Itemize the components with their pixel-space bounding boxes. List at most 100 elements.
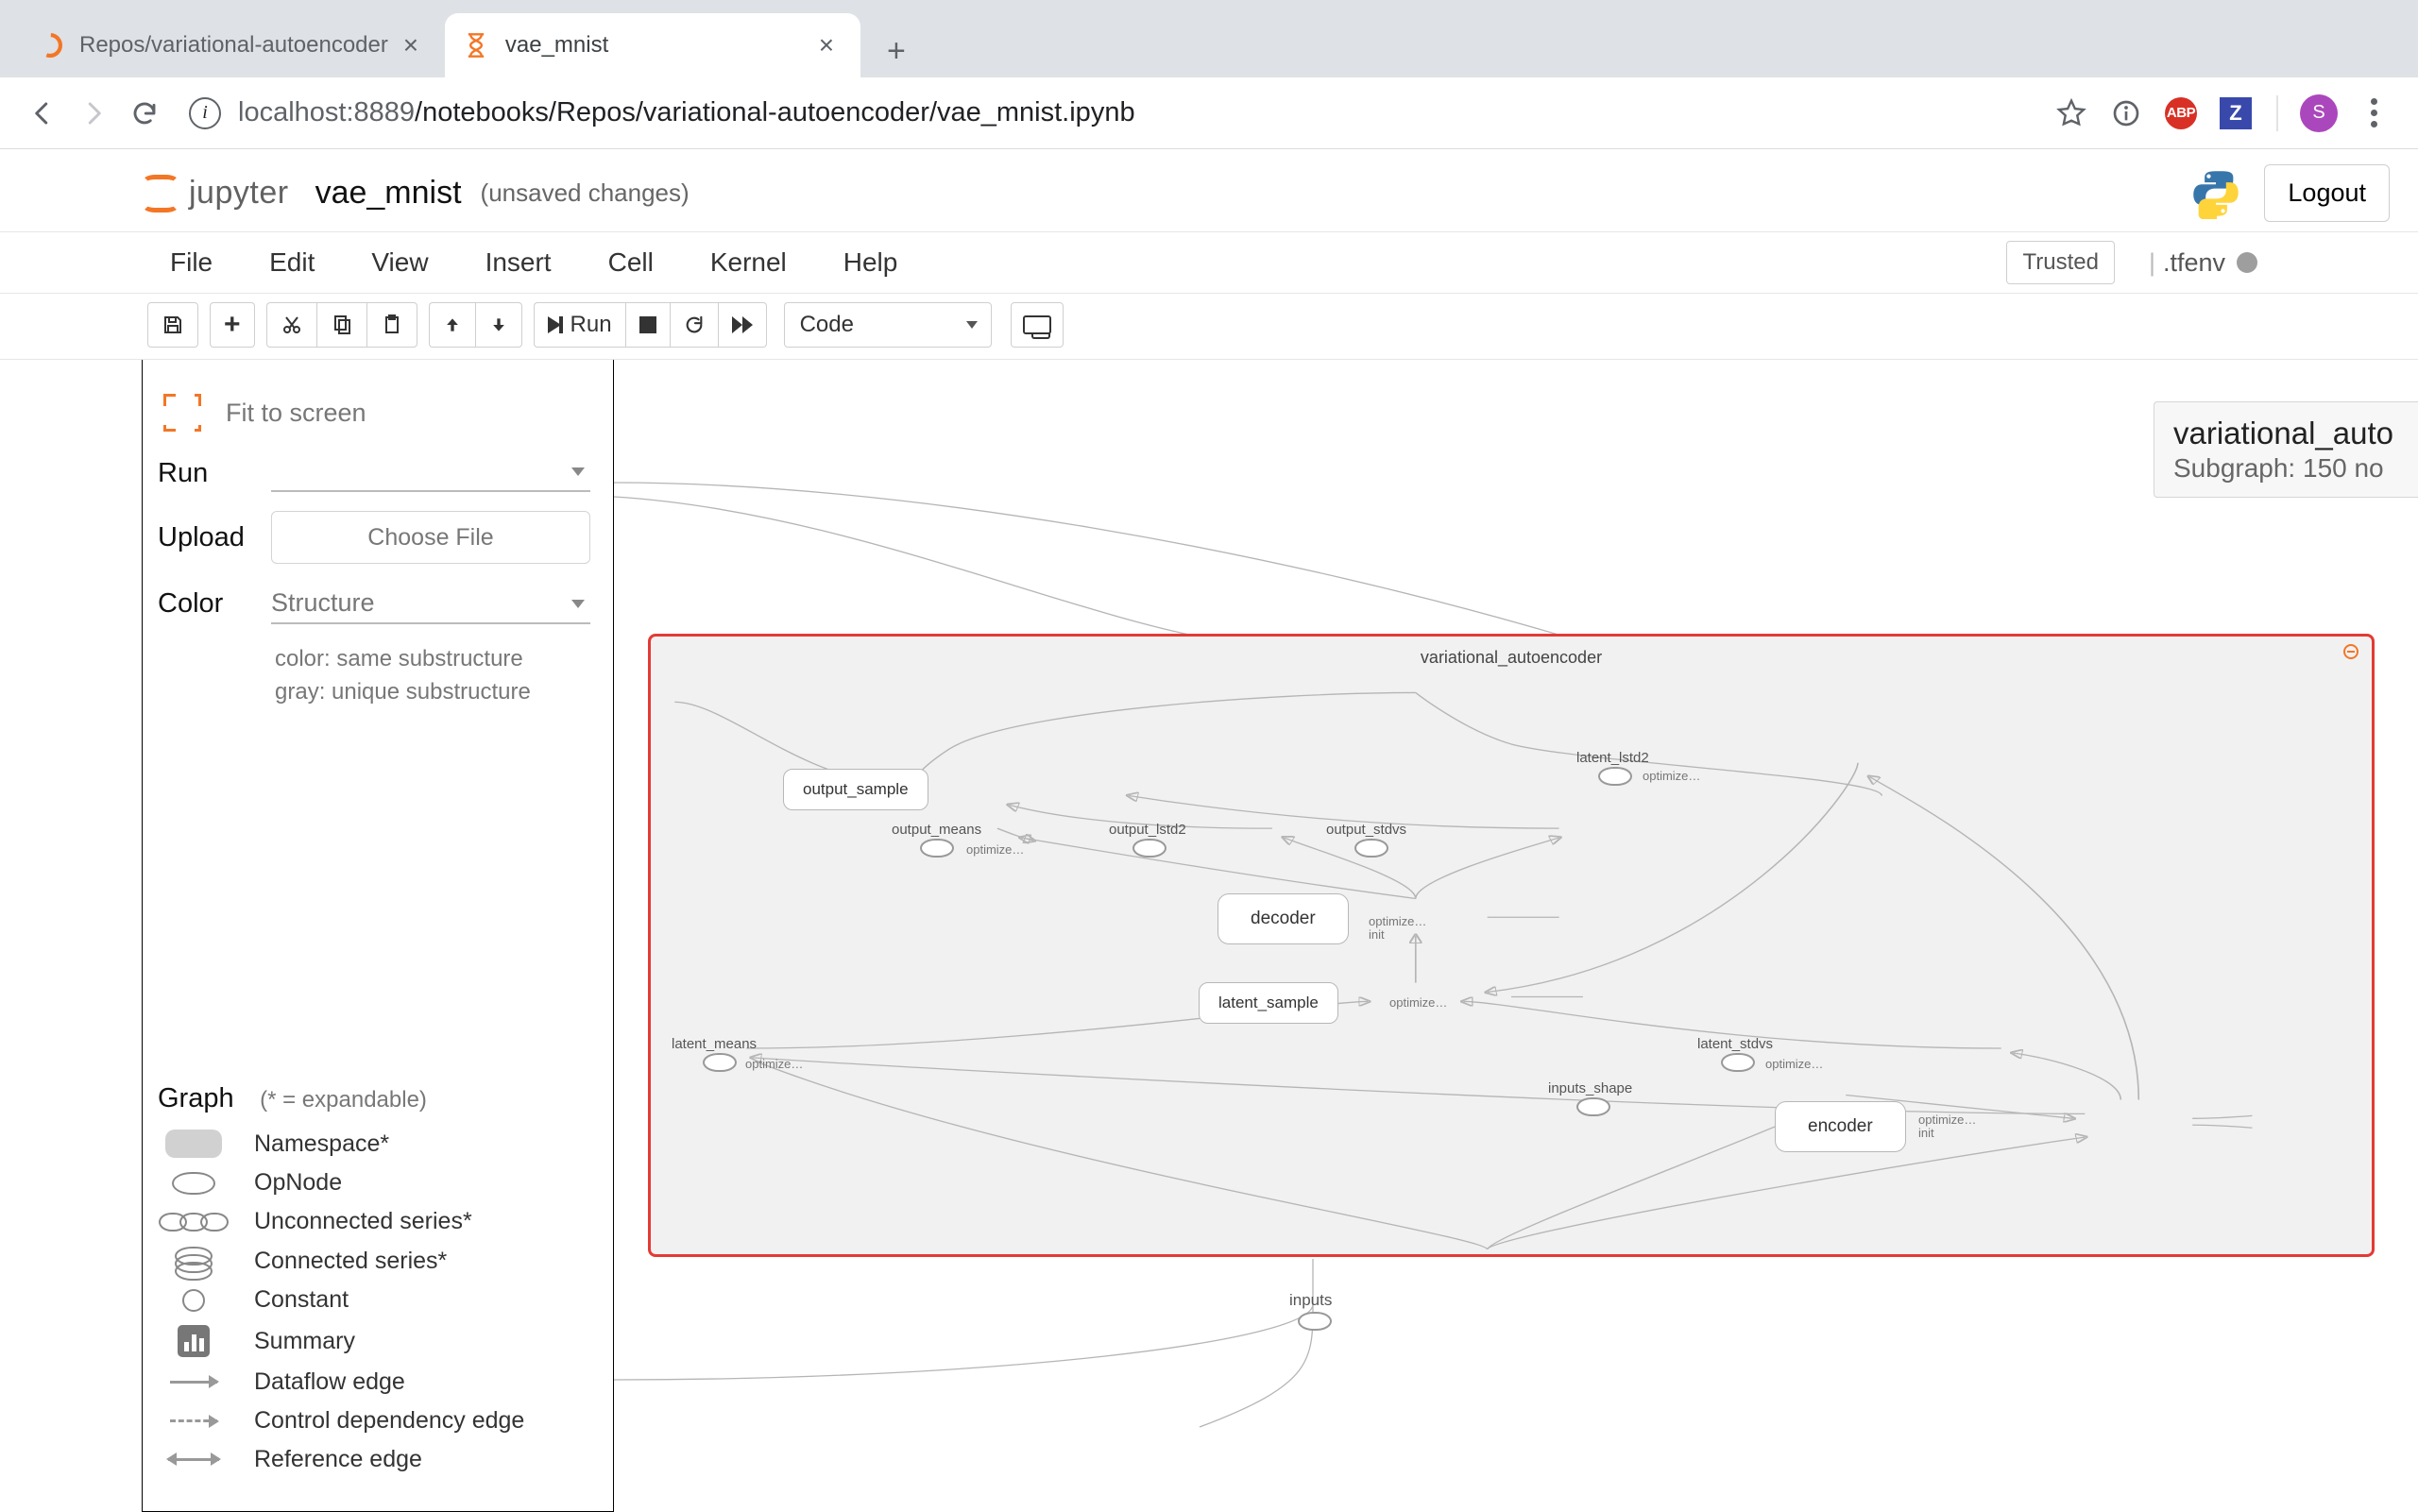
paste-button[interactable] (366, 302, 417, 348)
node-output-sample[interactable]: output_sample (783, 769, 928, 810)
tag-latent-opt: optimize… (1389, 995, 1447, 1010)
reload-button[interactable] (119, 88, 170, 139)
fit-to-screen-icon[interactable] (163, 394, 201, 432)
abp-icon[interactable]: ABP (2159, 92, 2203, 135)
restart-button[interactable] (670, 302, 718, 348)
ell-latent-stdvs[interactable] (1721, 1053, 1755, 1072)
browser-chrome: Repos/variational-autoencoder × vae_mnis… (0, 0, 2418, 149)
graph-canvas[interactable]: variational_auto Subgraph: 150 no inputs… (614, 360, 2418, 1512)
node-decoder[interactable]: decoder (1218, 893, 1349, 944)
forward-button[interactable] (68, 88, 119, 139)
menu-cell[interactable]: Cell (580, 247, 682, 278)
menu-file[interactable]: File (142, 247, 241, 278)
bookmark-icon[interactable] (2050, 92, 2093, 135)
label-output-lstd2[interactable]: output_lstd2 (1109, 822, 1186, 838)
interrupt-button[interactable] (625, 302, 670, 348)
choose-file-button[interactable]: Choose File (271, 511, 590, 564)
move-down-button[interactable] (475, 302, 522, 348)
tab-inactive[interactable]: Repos/variational-autoencoder × (19, 13, 445, 77)
url-display[interactable]: localhost:8889/notebooks/Repos/variation… (238, 97, 1135, 128)
trusted-button[interactable]: Trusted (2006, 241, 2114, 284)
node-latent-sample[interactable]: latent_sample (1199, 982, 1338, 1024)
close-icon[interactable]: × (398, 32, 424, 59)
python-logo-icon (2190, 168, 2241, 219)
label-output-means[interactable]: output_means (892, 822, 981, 838)
namespace-icon (158, 1130, 230, 1158)
logout-button[interactable]: Logout (2264, 164, 2390, 222)
node-encoder[interactable]: encoder (1775, 1101, 1906, 1152)
graph-edges (651, 637, 2372, 1254)
tab-title: vae_mnist (505, 32, 804, 59)
url-port: :8889 (346, 97, 415, 127)
label-output-stdvs[interactable]: output_stdvs (1326, 822, 1406, 838)
overflow-menu-icon[interactable] (2352, 92, 2395, 135)
connected-series-icon (158, 1247, 230, 1275)
menu-kernel[interactable]: Kernel (682, 247, 815, 278)
color-label: Color (158, 588, 271, 620)
run-button[interactable]: Run (534, 302, 625, 348)
site-info-icon[interactable]: i (189, 97, 221, 129)
label-latent-means[interactable]: latent_means (672, 1036, 757, 1052)
menu-insert[interactable]: Insert (457, 247, 580, 278)
toolbar: + Run (0, 294, 2418, 360)
jupyter-header: jupyter vae_mnist (unsaved changes) Logo… (0, 149, 2418, 231)
fit-to-screen-button[interactable]: Fit to screen (226, 399, 366, 428)
jupyter-page: jupyter vae_mnist (unsaved changes) Logo… (0, 149, 2418, 1512)
graph-scope[interactable]: variational_autoencoder (648, 634, 2375, 1257)
menu-edit[interactable]: Edit (241, 247, 343, 278)
kernel-divider: | (2149, 248, 2155, 278)
tag-decoder-init: init (1369, 927, 1385, 942)
kernel-name[interactable]: .tfenv (2163, 248, 2225, 278)
divider (2276, 95, 2278, 131)
reference-edge-icon (158, 1458, 230, 1461)
close-icon[interactable]: × (813, 32, 840, 59)
celltype-select[interactable]: Code (784, 302, 992, 348)
ell-output-means[interactable] (920, 839, 954, 858)
insert-cell-button[interactable]: + (210, 302, 255, 348)
restart-run-all-button[interactable] (718, 302, 767, 348)
opnode-icon (158, 1172, 230, 1195)
kernel-status-icon (2237, 252, 2257, 273)
copy-button[interactable] (316, 302, 366, 348)
label-latent-lstd2[interactable]: latent_lstd2 (1576, 750, 1649, 766)
jupyter-brand: jupyter (189, 175, 289, 212)
save-button[interactable] (147, 302, 198, 348)
jupyter-favicon (36, 31, 64, 59)
dataflow-edge-icon (158, 1381, 230, 1384)
url-host: localhost (238, 97, 346, 127)
ell-latent-means[interactable] (703, 1053, 737, 1072)
tab-title: Repos/variational-autoencoder (79, 32, 388, 59)
move-up-button[interactable] (429, 302, 475, 348)
color-select[interactable]: Structure (271, 583, 590, 624)
tensorboard-sidebar: Fit to screen Run Upload Choose File Col… (142, 360, 614, 1512)
ell-latent-lstd2[interactable] (1598, 767, 1632, 786)
ell-inputs-shape[interactable] (1576, 1097, 1610, 1116)
info-icon[interactable] (2104, 92, 2148, 135)
tag-encoder-init: init (1918, 1126, 1934, 1140)
label-latent-stdvs[interactable]: latent_stdvs (1697, 1036, 1773, 1052)
run-select[interactable] (271, 454, 590, 492)
profile-avatar[interactable]: S (2297, 92, 2341, 135)
tag-decoder-opt: optimize… (1369, 914, 1426, 928)
notebook-name[interactable]: vae_mnist (315, 175, 462, 212)
tag-optimize-4: optimize… (1765, 1057, 1823, 1071)
cut-button[interactable] (266, 302, 316, 348)
inputs-node-icon[interactable] (1298, 1312, 1332, 1331)
run-label: Run (158, 458, 271, 489)
ell-output-stdvs[interactable] (1354, 839, 1388, 858)
menu-view[interactable]: View (343, 247, 456, 278)
command-palette-button[interactable] (1011, 302, 1064, 348)
new-tab-button[interactable]: + (870, 25, 923, 77)
label-inputs-shape[interactable]: inputs_shape (1548, 1080, 1632, 1096)
jupyter-logo-icon (142, 175, 179, 212)
inputs-node-label[interactable]: inputs (1289, 1291, 1332, 1310)
legend-title: Graph (158, 1083, 234, 1113)
zotero-icon[interactable]: Z (2214, 92, 2257, 135)
tab-active[interactable]: vae_mnist × (445, 13, 860, 77)
jupyter-logo[interactable]: jupyter (142, 175, 289, 212)
ctrl-dep-edge-icon (158, 1419, 230, 1422)
constant-icon (158, 1289, 230, 1312)
menu-help[interactable]: Help (815, 247, 927, 278)
ell-output-lstd2[interactable] (1132, 839, 1166, 858)
back-button[interactable] (17, 88, 68, 139)
